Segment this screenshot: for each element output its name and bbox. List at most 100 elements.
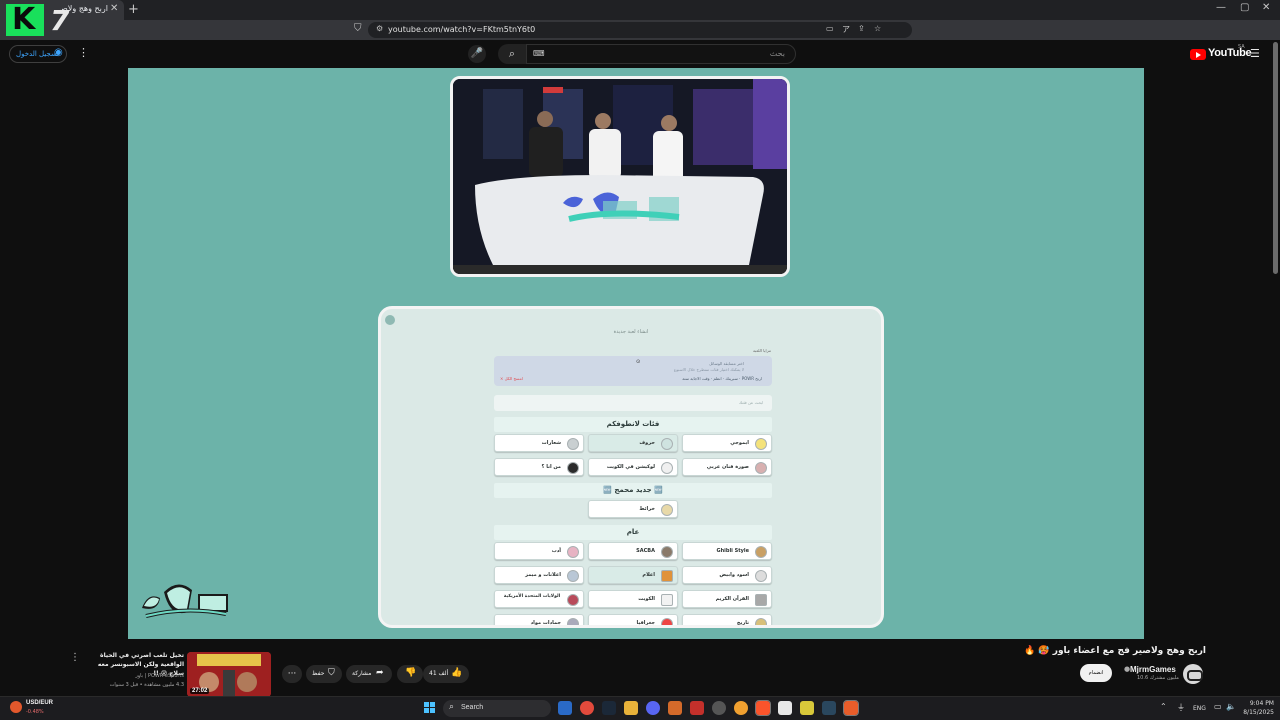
channel-avatar[interactable] [1183, 664, 1203, 684]
chrome-icon[interactable] [580, 701, 594, 715]
category-card[interactable]: SACBA [588, 542, 678, 560]
category-card[interactable]: اعلام [588, 566, 678, 584]
youtube-logo[interactable]: YouTube SA [1190, 44, 1252, 63]
youtube-play-icon [1190, 49, 1206, 60]
cast-icon[interactable]: ▭ [826, 24, 834, 33]
game-settings-box[interactable]: اختر مسابقة الوسائل لا يمكنك اختيار فئات… [494, 356, 772, 386]
windows-taskbar: USD/EUR -0.48% ⌕ Search ⌃ ⏚ ENG ▭ 🔈 9:04… [0, 696, 1280, 720]
category-card[interactable]: الولايات المتحدة الأمريكية [494, 590, 584, 608]
category-card[interactable]: Ghibli Style [682, 542, 772, 560]
channel-name[interactable]: MjrmGames [1130, 665, 1176, 674]
join-button[interactable]: انضمام [1080, 664, 1112, 682]
category-card[interactable]: من انا ؟ [494, 458, 584, 476]
logos-icon [567, 438, 579, 450]
settings-options[interactable]: اربح POWR · سبرينك · انظم · وقت الاجابة … [682, 376, 762, 381]
search-icon[interactable]: ⌕ [498, 44, 526, 64]
sacba-icon [661, 546, 673, 558]
windows-start-icon[interactable] [424, 702, 436, 714]
video-title: اربح وهج ولاصير فج مع اعضاء باور 🥵 🔥 [1024, 646, 1206, 656]
category-card[interactable]: صورة فنان عربي [682, 458, 772, 476]
category-card[interactable]: لوكيشن في الكويت [588, 458, 678, 476]
category-card[interactable]: حروف [588, 434, 678, 452]
app-red-icon[interactable] [690, 701, 704, 715]
file-explorer-icon[interactable] [624, 701, 638, 715]
more-actions-icon[interactable]: ··· [282, 665, 302, 683]
usb-icon[interactable]: ⏚ [1177, 702, 1185, 713]
app-orange-icon[interactable] [734, 701, 748, 715]
mouse-cursor-icon: ⊙ [636, 359, 641, 365]
recommended-menu-icon[interactable]: ⋮ [70, 652, 80, 663]
volume-icon[interactable]: 🔈 [1226, 702, 1236, 711]
category-card[interactable]: جمادات مواد [494, 614, 584, 625]
category-card[interactable]: اعلانات و ميمز [494, 566, 584, 584]
category-search-placeholder: ابحث عن فئتك [739, 400, 764, 405]
brave-icon[interactable] [755, 700, 771, 716]
steam-alt-icon[interactable] [822, 701, 836, 715]
studio-scene-image [453, 79, 787, 274]
youtube-header: تسجيل الدخول ◉ ⋮ 🎤 ⌕ ⌨ بحث YouTube SA ☰ [0, 40, 1280, 68]
url-field[interactable]: ⚙ youtube.com/watch?v=FKtm5tnY6t0 ▭ ア ⇪ … [368, 22, 912, 38]
game-panel: انشاء لعبة جديدة مزايا اللعبة اختر مسابق… [378, 306, 884, 628]
category-card[interactable]: جغرافيا [588, 614, 678, 625]
steam-icon[interactable] [602, 701, 616, 715]
silhouette-icon [567, 462, 579, 474]
window-close-icon[interactable]: ✕ [1262, 2, 1270, 13]
input-language[interactable]: ENG [1193, 705, 1206, 712]
clock-date[interactable]: 8/15/2025 [1240, 709, 1274, 716]
ticker-icon[interactable] [10, 701, 22, 713]
category-card[interactable]: القرآن الكريم [682, 590, 772, 608]
video-player[interactable]: انشاء لعبة جديدة مزايا اللعبة اختر مسابق… [128, 68, 1144, 639]
tray-overflow-icon[interactable]: ⌃ [1160, 702, 1167, 711]
save-label: حفظ [312, 670, 325, 677]
browser-tab-strip: اربح وهج ولاصير فج مع اعضاء باور ✕ + — ▢… [0, 0, 1280, 20]
literature-icon [567, 546, 579, 558]
taskbar-search[interactable]: ⌕ Search [443, 700, 551, 717]
category-card[interactable]: ايموجي [682, 434, 772, 452]
dislike-button[interactable]: 👎 [397, 665, 423, 683]
recommended-channel[interactable]: POWR eSports | باور [106, 673, 184, 679]
network-icon[interactable]: ▭ [1214, 702, 1222, 711]
translate-icon[interactable]: ア [842, 24, 850, 35]
share-icon: ➦ [376, 668, 384, 678]
new-tab-icon[interactable]: + [128, 2, 139, 17]
keyboard-icon[interactable]: ⌨ [533, 49, 545, 58]
discord-icon[interactable] [646, 701, 660, 715]
settings-menu-icon[interactable]: ⋮ [78, 46, 89, 59]
reset-all-link[interactable]: × امسح الكل [500, 376, 523, 381]
category-card[interactable]: تاريخ [682, 614, 772, 625]
url-text: youtube.com/watch?v=FKtm5tnY6t0 [388, 25, 536, 34]
notepad-icon[interactable] [778, 701, 792, 715]
category-card[interactable]: شعارات [494, 434, 584, 452]
app-yellow-icon[interactable] [800, 701, 814, 715]
star-icon[interactable]: ☆ [874, 24, 881, 33]
close-icon[interactable]: ✕ [110, 3, 118, 14]
recommended-thumbnail[interactable]: 27:02 [187, 652, 271, 697]
clock-time[interactable]: 9:04 PM [1244, 700, 1274, 707]
maximize-icon[interactable]: ▢ [1240, 2, 1249, 13]
logo-k-box: K [6, 2, 44, 37]
category-search-input[interactable]: ابحث عن فئتك [494, 395, 772, 411]
like-count: 41 ألف [429, 670, 449, 677]
share-page-icon[interactable]: ⇪ [858, 24, 865, 33]
search-input[interactable]: ⌨ بحث [526, 44, 796, 64]
guide-menu-icon[interactable]: ☰ [1250, 47, 1260, 60]
app-a-icon[interactable] [668, 701, 682, 715]
app-dark-icon[interactable] [712, 701, 726, 715]
category-card[interactable]: الكويت [588, 590, 678, 608]
ticker-name[interactable]: USD/EUR [26, 700, 53, 706]
save-button[interactable]: حفظ ⛉ [306, 665, 342, 683]
share-button[interactable]: مشاركة ➦ [346, 665, 392, 683]
category-card[interactable]: اسود وابيض [682, 566, 772, 584]
settings-label: مزايا اللعبة [753, 348, 771, 353]
page-scrollbar[interactable] [1273, 42, 1278, 274]
minimize-icon[interactable]: — [1216, 2, 1226, 13]
bookmark-icon[interactable]: ⛉ [354, 23, 362, 34]
site-info-icon[interactable]: ⚙ [376, 24, 383, 33]
like-button[interactable]: 41 ألف 👍 [423, 665, 469, 683]
app-a2-icon[interactable] [843, 700, 859, 716]
category-card[interactable]: خرائط [588, 500, 678, 518]
category-card[interactable]: أدب [494, 542, 584, 560]
task-view-icon[interactable] [558, 701, 572, 715]
sign-in-button[interactable]: تسجيل الدخول ◉ [9, 45, 67, 63]
voice-search-icon[interactable]: 🎤 [468, 45, 486, 63]
